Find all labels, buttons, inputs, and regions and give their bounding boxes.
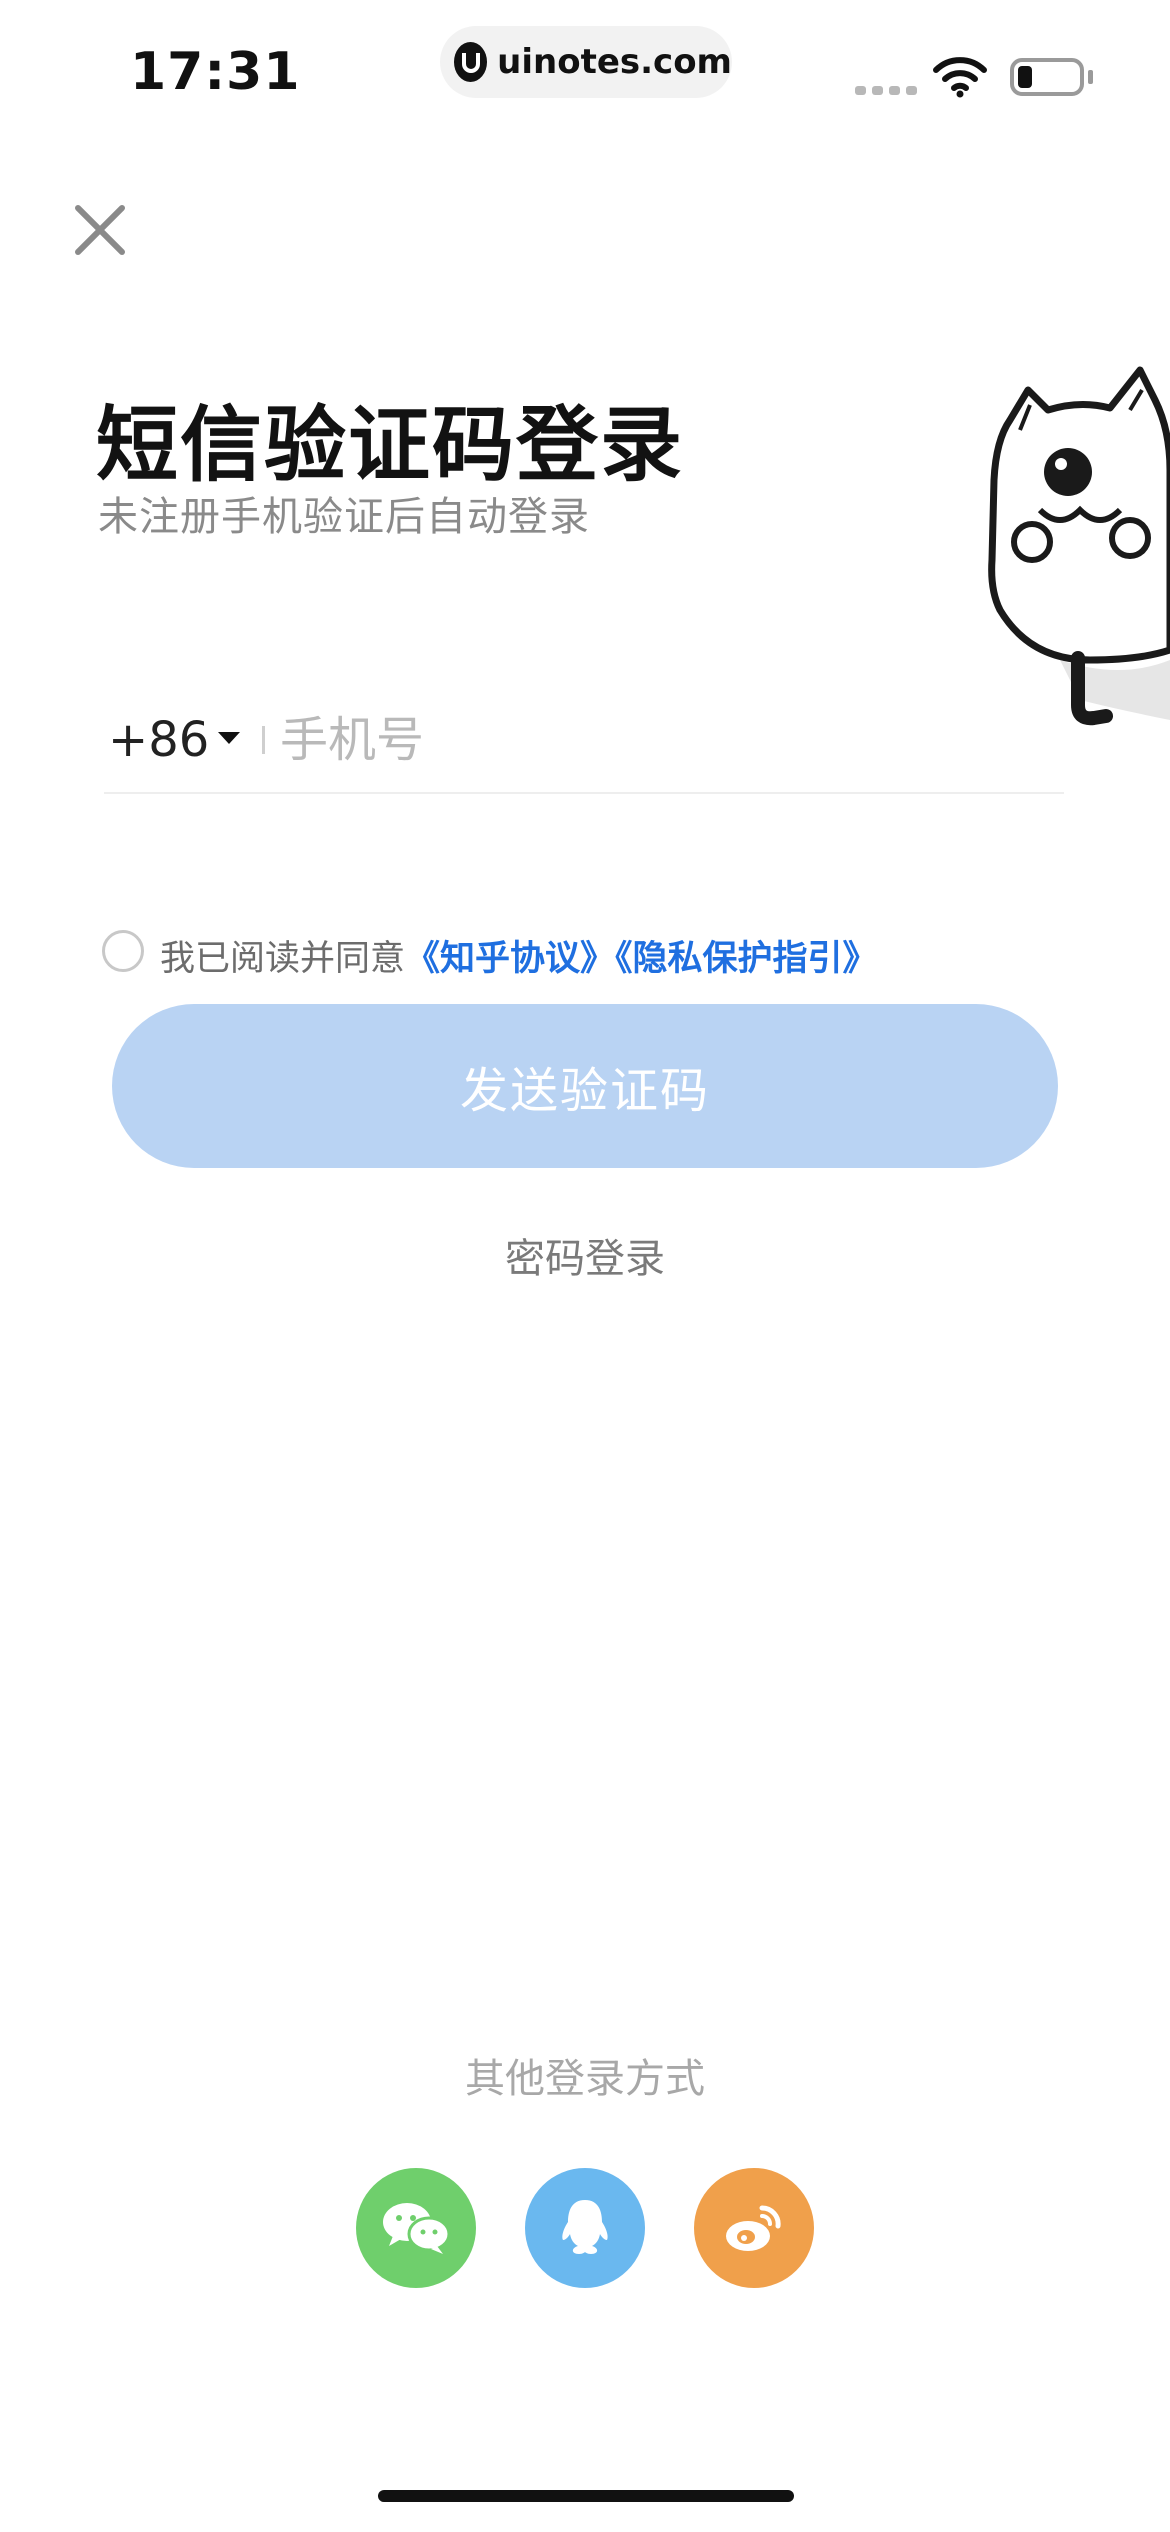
password-login-link[interactable]: 密码登录 xyxy=(0,1226,1170,1284)
page-title: 短信验证码登录 xyxy=(96,398,685,493)
send-code-button[interactable]: 发送验证码 xyxy=(112,1004,1058,1168)
url-pill[interactable]: uinotes.com xyxy=(440,26,732,98)
phone-input[interactable] xyxy=(280,704,1060,776)
qq-login-button[interactable] xyxy=(525,2168,645,2288)
url-text: uinotes.com xyxy=(497,42,732,82)
chevron-down-icon[interactable] xyxy=(218,732,240,744)
phone-input-underline xyxy=(104,792,1064,794)
status-time: 17:31 xyxy=(130,42,301,102)
wechat-icon xyxy=(383,2203,451,2254)
battery-cap xyxy=(1088,70,1093,84)
wechat-login-button[interactable] xyxy=(356,2168,476,2288)
terms-link[interactable]: 《知乎协议》 xyxy=(405,939,615,979)
qq-icon xyxy=(562,2200,608,2254)
home-indicator[interactable] xyxy=(378,2490,794,2502)
weibo-login-button[interactable] xyxy=(694,2168,814,2288)
close-icon[interactable] xyxy=(70,200,130,260)
mascot-illustration xyxy=(988,366,1170,726)
other-login-label: 其他登录方式 xyxy=(465,2056,705,2102)
agreement-prefix: 我已阅读并同意 xyxy=(160,939,406,979)
site-logo-icon xyxy=(454,42,488,82)
divider xyxy=(262,726,265,754)
agreement-checkbox[interactable] xyxy=(102,930,144,972)
battery-icon xyxy=(1010,58,1084,96)
cellular-signal-icon xyxy=(855,86,917,95)
page-subtitle: 未注册手机验证后自动登录 xyxy=(98,494,590,540)
privacy-link[interactable]: 《隐私保护指引》 xyxy=(615,939,878,979)
agreement-text: 我已阅读并同意《知乎协议》《隐私保护指引》 xyxy=(160,930,878,981)
weibo-icon xyxy=(726,2205,781,2251)
country-code-selector[interactable]: +86 xyxy=(108,712,209,768)
wifi-icon xyxy=(933,57,987,98)
